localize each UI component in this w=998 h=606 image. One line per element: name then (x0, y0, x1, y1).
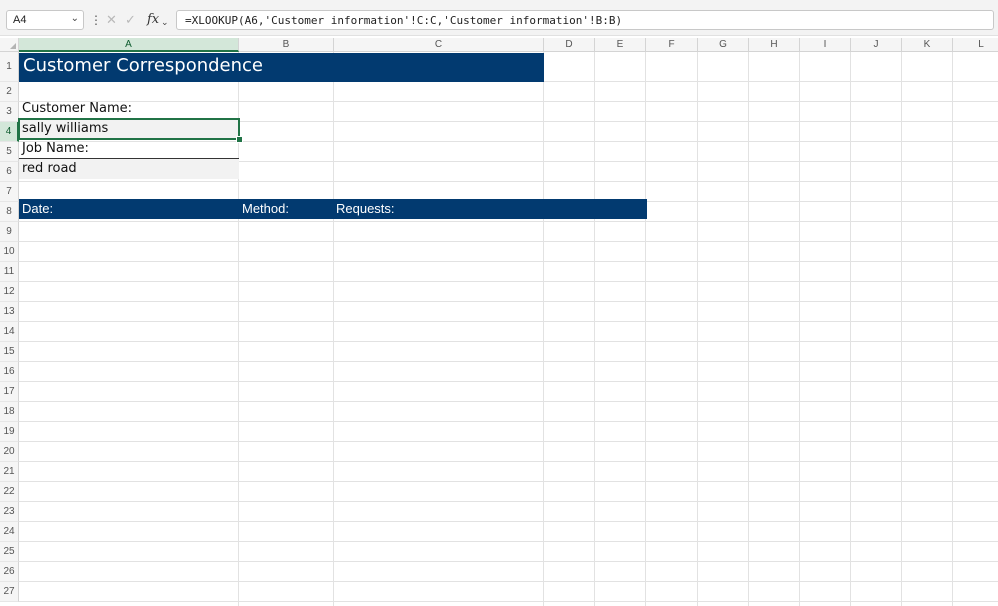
customer-name-label-cell[interactable]: Customer Name: (19, 99, 239, 119)
formula-bar: A4 ⌄ ⋮ ✕ ✓ fx ⌄ =XLOOKUP(A6,'Customer in… (0, 5, 998, 36)
column-gridline (748, 52, 749, 606)
customer-name-label: Customer Name: (22, 101, 133, 116)
formula-input[interactable]: =XLOOKUP(A6,'Customer information'!C:C,'… (176, 10, 994, 30)
row-header-13[interactable]: 13 (0, 302, 19, 322)
column-gridline (543, 52, 544, 606)
row-gridline (19, 181, 998, 182)
chevron-down-icon[interactable]: ⌄ (161, 14, 169, 30)
row-header-25[interactable]: 25 (0, 542, 19, 562)
job-name-value-cell[interactable]: red road (19, 159, 239, 179)
row-header-15[interactable]: 15 (0, 342, 19, 362)
row-gridline (19, 461, 998, 462)
column-gridline (594, 52, 595, 606)
row-header-20[interactable]: 20 (0, 442, 19, 462)
column-gridline (333, 52, 334, 606)
column-header-e[interactable]: E (595, 38, 646, 52)
row-header-1[interactable]: 1 (0, 52, 19, 82)
fx-icon[interactable]: fx (147, 12, 159, 28)
name-box-value: A4 (13, 14, 27, 26)
row-header-18[interactable]: 18 (0, 402, 19, 422)
row-header-22[interactable]: 22 (0, 482, 19, 502)
row-header-11[interactable]: 11 (0, 262, 19, 282)
row-gridline (19, 341, 998, 342)
row-gridline (19, 441, 998, 442)
column-gridline (799, 52, 800, 606)
job-name-label-cell[interactable]: Job Name: (19, 139, 239, 159)
row-gridline (19, 401, 998, 402)
column-header-i[interactable]: I (800, 38, 851, 52)
cancel-icon[interactable]: ✕ (106, 12, 117, 28)
column-header-f[interactable]: F (646, 38, 698, 52)
row-gridline (19, 561, 998, 562)
column-header-h[interactable]: H (749, 38, 800, 52)
row-header-23[interactable]: 23 (0, 502, 19, 522)
worksheet-grid[interactable]: ABCDEFGHIJKL 1 2 3 4 5 6 7 8 9 10 11 12 13 14 15 16 17 18… (0, 38, 998, 606)
column-gridline (697, 52, 698, 606)
row-gridline (19, 301, 998, 302)
date-header: Date: (22, 201, 54, 216)
enter-icon[interactable]: ✓ (125, 12, 136, 28)
row-header-6[interactable]: 6 (0, 162, 19, 182)
table-header-band[interactable] (19, 199, 647, 219)
chevron-down-icon[interactable]: ⌄ (71, 13, 79, 24)
column-header-a[interactable]: A (19, 38, 239, 52)
column-gridline (952, 52, 953, 606)
row-header-5[interactable]: 5 (0, 142, 19, 162)
column-header-d[interactable]: D (544, 38, 595, 52)
row-header-21[interactable]: 21 (0, 462, 19, 482)
active-cell-selection[interactable] (18, 118, 240, 140)
row-gridline (19, 421, 998, 422)
column-header-j[interactable]: J (851, 38, 902, 52)
select-all-corner[interactable] (0, 38, 19, 52)
row-gridline (19, 521, 998, 522)
sheet-title: Customer Correspondence (23, 55, 264, 76)
row-gridline (19, 221, 998, 222)
column-gridline (901, 52, 902, 606)
row-gridline (19, 481, 998, 482)
row-header-26[interactable]: 26 (0, 562, 19, 582)
title-cell[interactable]: Customer Correspondence (19, 53, 544, 82)
row-gridline (19, 581, 998, 582)
job-name-value: red road (22, 161, 77, 176)
column-gridline (850, 52, 851, 606)
row-gridline (19, 261, 998, 262)
row-header-19[interactable]: 19 (0, 422, 19, 442)
column-header-l[interactable]: L (953, 38, 998, 52)
job-name-label: Job Name: (22, 141, 89, 156)
row-gridline (19, 281, 998, 282)
row-header-10[interactable]: 10 (0, 242, 19, 262)
row-gridline (19, 241, 998, 242)
row-header-3[interactable]: 3 (0, 102, 19, 122)
fill-handle[interactable] (236, 136, 243, 143)
row-header-14[interactable]: 14 (0, 322, 19, 342)
row-header-16[interactable]: 16 (0, 362, 19, 382)
row-header-12[interactable]: 12 (0, 282, 19, 302)
row-header-24[interactable]: 24 (0, 522, 19, 542)
method-header: Method: (242, 201, 289, 216)
row-gridline (19, 541, 998, 542)
row-gridline (19, 321, 998, 322)
formula-text: =XLOOKUP(A6,'Customer information'!C:C,'… (185, 14, 623, 27)
row-header-4[interactable]: 4 (0, 122, 19, 142)
row-header-17[interactable]: 17 (0, 382, 19, 402)
row-gridline (19, 381, 998, 382)
excel-window: A4 ⌄ ⋮ ✕ ✓ fx ⌄ =XLOOKUP(A6,'Customer in… (0, 0, 998, 606)
row-header-9[interactable]: 9 (0, 222, 19, 242)
column-header-k[interactable]: K (902, 38, 953, 52)
row-header-8[interactable]: 8 (0, 202, 19, 222)
row-gridline (19, 601, 998, 602)
requests-header: Requests: (336, 201, 395, 216)
row-gridline (19, 361, 998, 362)
column-header-g[interactable]: G (698, 38, 749, 52)
row-header-7[interactable]: 7 (0, 182, 19, 202)
row-gridline (19, 501, 998, 502)
name-box[interactable]: A4 ⌄ (6, 10, 84, 30)
more-icon[interactable]: ⋮ (90, 12, 102, 28)
row-header-27[interactable]: 27 (0, 582, 19, 602)
row-header-2[interactable]: 2 (0, 82, 19, 102)
column-header-c[interactable]: C (334, 38, 544, 52)
column-gridline (645, 52, 646, 606)
column-header-b[interactable]: B (239, 38, 334, 52)
